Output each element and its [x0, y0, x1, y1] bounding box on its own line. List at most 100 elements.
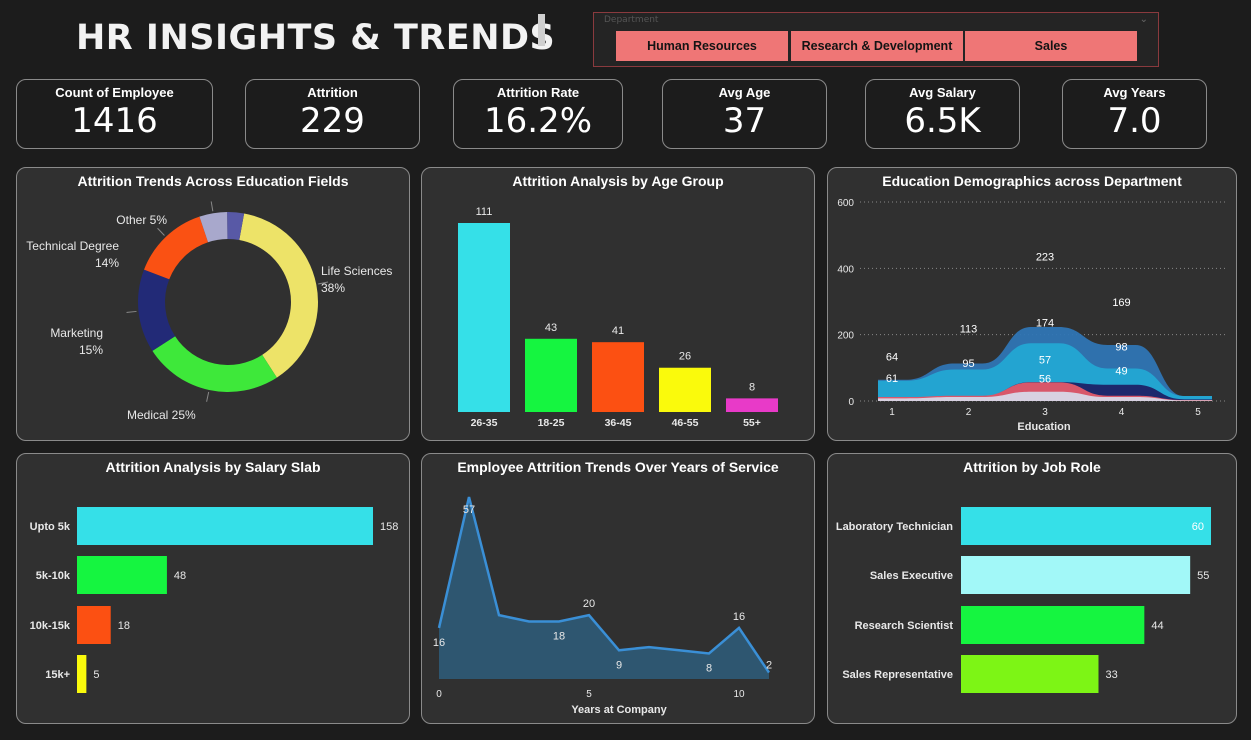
salary-slab-panel[interactable]: Attrition Analysis by Salary Slab Upto 5… [16, 453, 410, 724]
kpi-label: Avg Years [1103, 85, 1166, 100]
category-label: Sales Representative [842, 669, 953, 681]
data-label: 20 [583, 598, 595, 610]
bar [592, 342, 644, 412]
x-axis-title: Education [1017, 421, 1070, 433]
age-group-panel[interactable]: Attrition Analysis by Age Group 111 26-35… [421, 167, 815, 441]
y-tick-label: 200 [837, 331, 854, 342]
data-label: 18 [553, 631, 565, 643]
slice-percent: 14% [95, 256, 119, 270]
category-label: Research Scientist [855, 620, 954, 632]
y-tick-label: 400 [837, 264, 854, 275]
x-tick-label: 10 [733, 689, 745, 700]
education-fields-donut-chart[interactable]: Life Sciences 38% Medical 25% Marketing 15% T… [17, 168, 410, 441]
bar-value-label: 44 [1151, 620, 1163, 632]
kpi-label: Count of Employee [55, 85, 174, 100]
data-label: 64 [886, 352, 898, 364]
kpi-label: Avg Age [718, 85, 771, 100]
kpi-label: Attrition [307, 85, 358, 100]
bar-value-label: 158 [380, 521, 398, 533]
kpi-label: Avg Salary [909, 85, 976, 100]
bar [961, 655, 1099, 693]
chevron-down-icon[interactable]: ⌄ [1140, 14, 1148, 25]
data-label: 2 [766, 660, 772, 672]
data-label: 49 [1115, 365, 1127, 377]
bar [77, 655, 87, 693]
bar-value-label: 8 [749, 381, 755, 393]
bar-value-label: 33 [1106, 669, 1118, 681]
donut-slice [137, 269, 176, 351]
data-label: 16 [733, 611, 745, 623]
bar [77, 507, 373, 545]
leader-line [157, 227, 165, 236]
leader-line [126, 310, 137, 313]
bar [726, 398, 778, 412]
kpi-card-avg-years: Avg Years 7.0 [1062, 79, 1207, 149]
education-demographics-ribbon-chart[interactable]: 0 200 400 600 1 2 3 4 5 Education 64 61 113 95 223 174 5… [828, 168, 1237, 441]
slicer-option-sales[interactable]: Sales [965, 31, 1137, 61]
slicer-label: Department [604, 15, 659, 25]
data-label: 98 [1115, 341, 1127, 353]
education-demographics-panel[interactable]: Education Demographics across Department… [827, 167, 1237, 441]
category-label: 36-45 [605, 417, 632, 429]
salary-slab-bar-chart[interactable]: Upto 5k 158 5k-10k 48 10k-15k 18 15k+ 5 [17, 454, 410, 724]
kpi-value: 229 [300, 101, 365, 141]
category-label: 15k+ [45, 669, 70, 681]
x-tick-label: 2 [966, 407, 972, 418]
slice-label: Other 5% [116, 213, 167, 227]
donut-slice [152, 336, 277, 392]
x-tick-label: 4 [1119, 407, 1125, 418]
education-fields-panel[interactable]: Attrition Trends Across Education Fields… [16, 167, 410, 441]
age-group-bar-chart[interactable]: 111 26-35 43 18-25 41 36-45 26 46-55 8 55+ [422, 168, 815, 441]
slicer-option-human-resources[interactable]: Human Resources [616, 31, 788, 61]
category-label: Upto 5k [30, 521, 71, 533]
data-label: 113 [960, 324, 978, 336]
years-of-service-area-chart[interactable]: 165718209 81620 5 10Years at Company [422, 454, 815, 724]
slice-label: Medical 25% [127, 408, 196, 422]
category-label: Laboratory Technician [836, 521, 953, 533]
data-label: 16 [433, 637, 445, 649]
kpi-value: 6.5K [904, 101, 981, 141]
kpi-value: 37 [722, 101, 767, 141]
kpi-card-employee-count: Count of Employee 1416 [16, 79, 213, 149]
kpi-label: Attrition Rate [496, 85, 580, 100]
slicer-option-research-development[interactable]: Research & Development [791, 31, 963, 61]
bar [77, 606, 111, 644]
bar-value-label: 5 [93, 669, 99, 681]
data-label: 57 [1039, 355, 1051, 367]
x-tick-label: 0 [436, 689, 442, 700]
bar [961, 507, 1211, 545]
bar [961, 606, 1145, 644]
slice-percent: 38% [321, 281, 345, 295]
bar [77, 556, 167, 594]
job-role-panel[interactable]: Attrition by Job Role Laboratory Technic… [827, 453, 1237, 724]
category-label: 46-55 [672, 417, 699, 429]
leader-line [210, 201, 214, 212]
category-label: 26-35 [471, 417, 498, 429]
data-label: 95 [962, 358, 974, 370]
bar-value-label: 41 [612, 325, 624, 337]
data-label: 169 [1112, 297, 1130, 309]
x-tick-label: 5 [586, 689, 592, 700]
text-cursor [538, 14, 545, 46]
job-role-bar-chart[interactable]: Laboratory Technician 60 Sales Executive 55… [828, 454, 1237, 724]
category-label: 10k-15k [30, 620, 71, 632]
area-fill [439, 497, 769, 679]
slice-label: Life Sciences [321, 264, 392, 278]
department-slicer[interactable]: Department ⌄ Human Resources Research & … [593, 12, 1159, 67]
bar-value-label: 18 [118, 620, 130, 632]
slice-label: Marketing [50, 326, 103, 340]
bar [961, 556, 1191, 594]
kpi-value: 16.2% [483, 101, 592, 141]
data-label: 9 [616, 659, 622, 671]
slice-label: Technical Degree [26, 239, 119, 253]
bar-value-label: 111 [476, 206, 493, 218]
category-label: 18-25 [538, 417, 565, 429]
data-label: 174 [1036, 317, 1054, 329]
kpi-card-attrition: Attrition 229 [245, 79, 420, 149]
years-of-service-panel[interactable]: Employee Attrition Trends Over Years of … [421, 453, 815, 724]
data-label: 56 [1039, 373, 1051, 385]
dashboard-title: HR INSIGHTS & TRENDS [76, 18, 556, 58]
kpi-value: 7.0 [1107, 101, 1162, 141]
data-label: 8 [706, 662, 712, 674]
bar [458, 223, 510, 412]
